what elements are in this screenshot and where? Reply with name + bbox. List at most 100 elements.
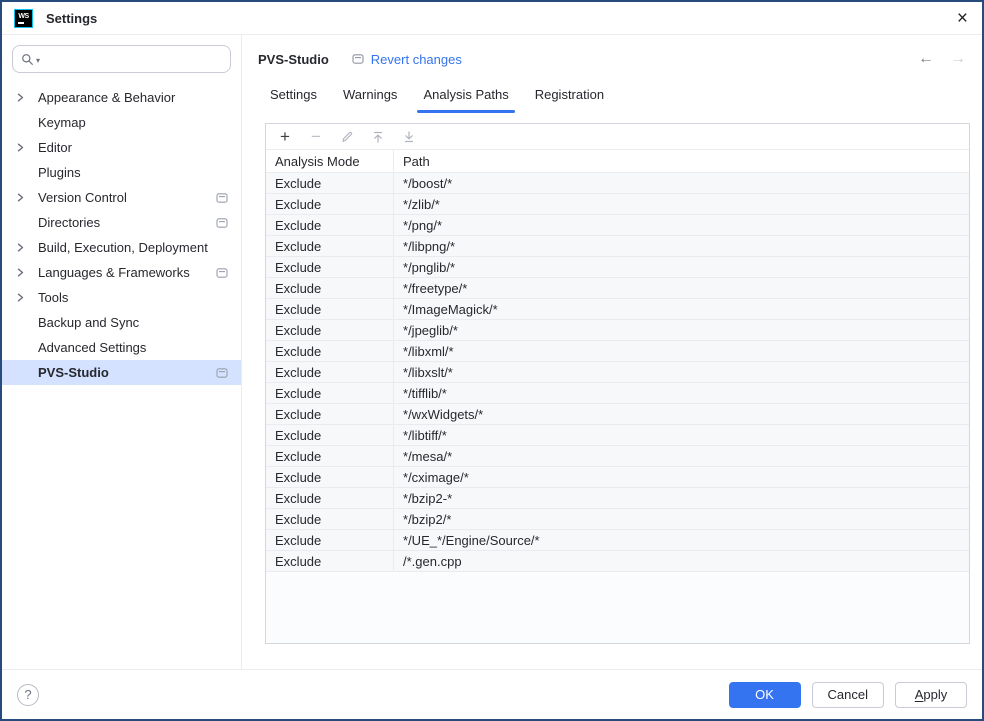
title-bar: WS Settings ×: [2, 2, 982, 35]
tab-label: Settings: [270, 87, 317, 102]
settings-search-box[interactable]: ▾: [12, 45, 231, 73]
ok-button[interactable]: OK: [729, 682, 801, 708]
table-row[interactable]: Exclude */mesa/*: [266, 446, 969, 467]
analysis-mode-cell: Exclude: [266, 362, 394, 382]
back-arrow-icon[interactable]: ←: [918, 50, 934, 68]
chevron-right-icon[interactable]: [16, 243, 31, 252]
analysis-mode-cell: Exclude: [266, 446, 394, 466]
analysis-mode-cell: Exclude: [266, 278, 394, 298]
sidebar-item[interactable]: Plugins: [2, 160, 241, 185]
table-row[interactable]: Exclude */bzip2/*: [266, 509, 969, 530]
analysis-mode-cell: Exclude: [266, 299, 394, 319]
table-row[interactable]: Exclude /*.gen.cpp: [266, 551, 969, 572]
analysis-mode-cell: Exclude: [266, 509, 394, 529]
tab-label: Warnings: [343, 87, 397, 102]
move-up-icon[interactable]: [370, 129, 386, 145]
modified-settings-icon: [216, 217, 228, 229]
edit-pencil-icon[interactable]: [339, 129, 355, 145]
help-icon[interactable]: ?: [17, 684, 39, 706]
sidebar-item[interactable]: Build, Execution, Deployment: [2, 235, 241, 260]
sidebar-item-label: Version Control: [38, 190, 216, 205]
footer-buttons: OK Cancel Apply: [729, 682, 967, 708]
analysis-mode-cell: Exclude: [266, 173, 394, 193]
table-row[interactable]: Exclude */zlib/*: [266, 194, 969, 215]
chevron-right-icon[interactable]: [16, 143, 31, 152]
modified-settings-icon: [216, 367, 228, 379]
sidebar-item[interactable]: Tools: [2, 285, 241, 310]
table-row[interactable]: Exclude */png/*: [266, 215, 969, 236]
table-row[interactable]: Exclude */pnglib/*: [266, 257, 969, 278]
table-row[interactable]: Exclude */libxslt/*: [266, 362, 969, 383]
revert-changes-label: Revert changes: [371, 52, 462, 67]
tab[interactable]: Warnings: [337, 82, 403, 113]
settings-nav-tree: Appearance & Behavior: [2, 85, 241, 385]
analysis-mode-cell: Exclude: [266, 320, 394, 340]
dialog-title: Settings: [46, 11, 97, 26]
table-row[interactable]: Exclude */freetype/*: [266, 278, 969, 299]
sidebar-item[interactable]: Backup and Sync: [2, 310, 241, 335]
chevron-right-icon[interactable]: [16, 268, 31, 277]
table-row[interactable]: Exclude */boost/*: [266, 173, 969, 194]
remove-icon[interactable]: −: [308, 129, 324, 145]
analysis-paths-table: + −: [265, 123, 970, 644]
add-icon[interactable]: +: [277, 129, 293, 145]
chevron-right-icon[interactable]: [16, 93, 31, 102]
path-cell: */bzip2-*: [394, 488, 452, 508]
settings-search-input[interactable]: [46, 52, 222, 67]
tab[interactable]: Analysis Paths: [417, 82, 514, 113]
dialog-footer: ? OK Cancel Apply: [2, 669, 982, 719]
sidebar-item-label: Advanced Settings: [38, 340, 216, 355]
table-row[interactable]: Exclude */bzip2-*: [266, 488, 969, 509]
table-row[interactable]: Exclude */UE_*/Engine/Source/*: [266, 530, 969, 551]
table-row[interactable]: Exclude */ImageMagick/*: [266, 299, 969, 320]
path-cell: */libxml/*: [394, 341, 454, 361]
path-cell: */freetype/*: [394, 278, 467, 298]
analysis-mode-cell: Exclude: [266, 467, 394, 487]
table-row[interactable]: Exclude */libpng/*: [266, 236, 969, 257]
modified-settings-icon: [216, 267, 228, 279]
logo-text: WS: [18, 13, 28, 20]
table-header-row: Analysis Mode Path: [266, 150, 969, 173]
page-title: PVS-Studio: [258, 52, 329, 67]
analysis-mode-cell: Exclude: [266, 404, 394, 424]
logo-underscore: [18, 22, 24, 24]
tab-bar: Settings Warnings Analysis Paths Registr…: [264, 82, 968, 113]
apply-button[interactable]: Apply: [895, 682, 967, 708]
move-down-icon[interactable]: [401, 129, 417, 145]
sidebar-item-label: Editor: [38, 140, 216, 155]
sidebar-item[interactable]: Advanced Settings: [2, 335, 241, 360]
search-icon: [21, 53, 34, 66]
sidebar-item-label: Backup and Sync: [38, 315, 216, 330]
revert-changes-link[interactable]: Revert changes: [352, 52, 462, 67]
path-cell: */UE_*/Engine/Source/*: [394, 530, 540, 550]
path-cell: */cximage/*: [394, 467, 469, 487]
sidebar-item[interactable]: Editor: [2, 135, 241, 160]
chevron-right-icon[interactable]: [16, 193, 31, 202]
search-history-caret-icon[interactable]: ▾: [36, 56, 40, 65]
tab-label: Analysis Paths: [423, 87, 508, 102]
sidebar-item[interactable]: Version Control: [2, 185, 241, 210]
table-empty-area: [266, 572, 969, 643]
sidebar-item[interactable]: Keymap: [2, 110, 241, 135]
sidebar-item[interactable]: PVS-Studio: [2, 360, 241, 385]
table-row[interactable]: Exclude */jpeglib/*: [266, 320, 969, 341]
sidebar-item[interactable]: Directories: [2, 210, 241, 235]
cancel-button[interactable]: Cancel: [812, 682, 884, 708]
table-row[interactable]: Exclude */wxWidgets/*: [266, 404, 969, 425]
sidebar-item[interactable]: Appearance & Behavior: [2, 85, 241, 110]
close-icon[interactable]: ×: [957, 9, 968, 28]
table-row[interactable]: Exclude */tifflib/*: [266, 383, 969, 404]
sidebar-item[interactable]: Languages & Frameworks: [2, 260, 241, 285]
path-cell: */pnglib/*: [394, 257, 455, 277]
table-row[interactable]: Exclude */libtiff/*: [266, 425, 969, 446]
table-row[interactable]: Exclude */cximage/*: [266, 467, 969, 488]
content-header: PVS-Studio Revert changes ← →: [258, 49, 968, 69]
table-row[interactable]: Exclude */libxml/*: [266, 341, 969, 362]
settings-sidebar: ▾ Appearance & Behavior: [2, 35, 242, 669]
settings-content: PVS-Studio Revert changes ← → Se: [242, 35, 982, 669]
forward-arrow-icon[interactable]: →: [950, 50, 966, 68]
tab[interactable]: Settings: [264, 82, 323, 113]
path-cell: */libxslt/*: [394, 362, 453, 382]
chevron-right-icon[interactable]: [16, 293, 31, 302]
tab[interactable]: Registration: [529, 82, 610, 113]
